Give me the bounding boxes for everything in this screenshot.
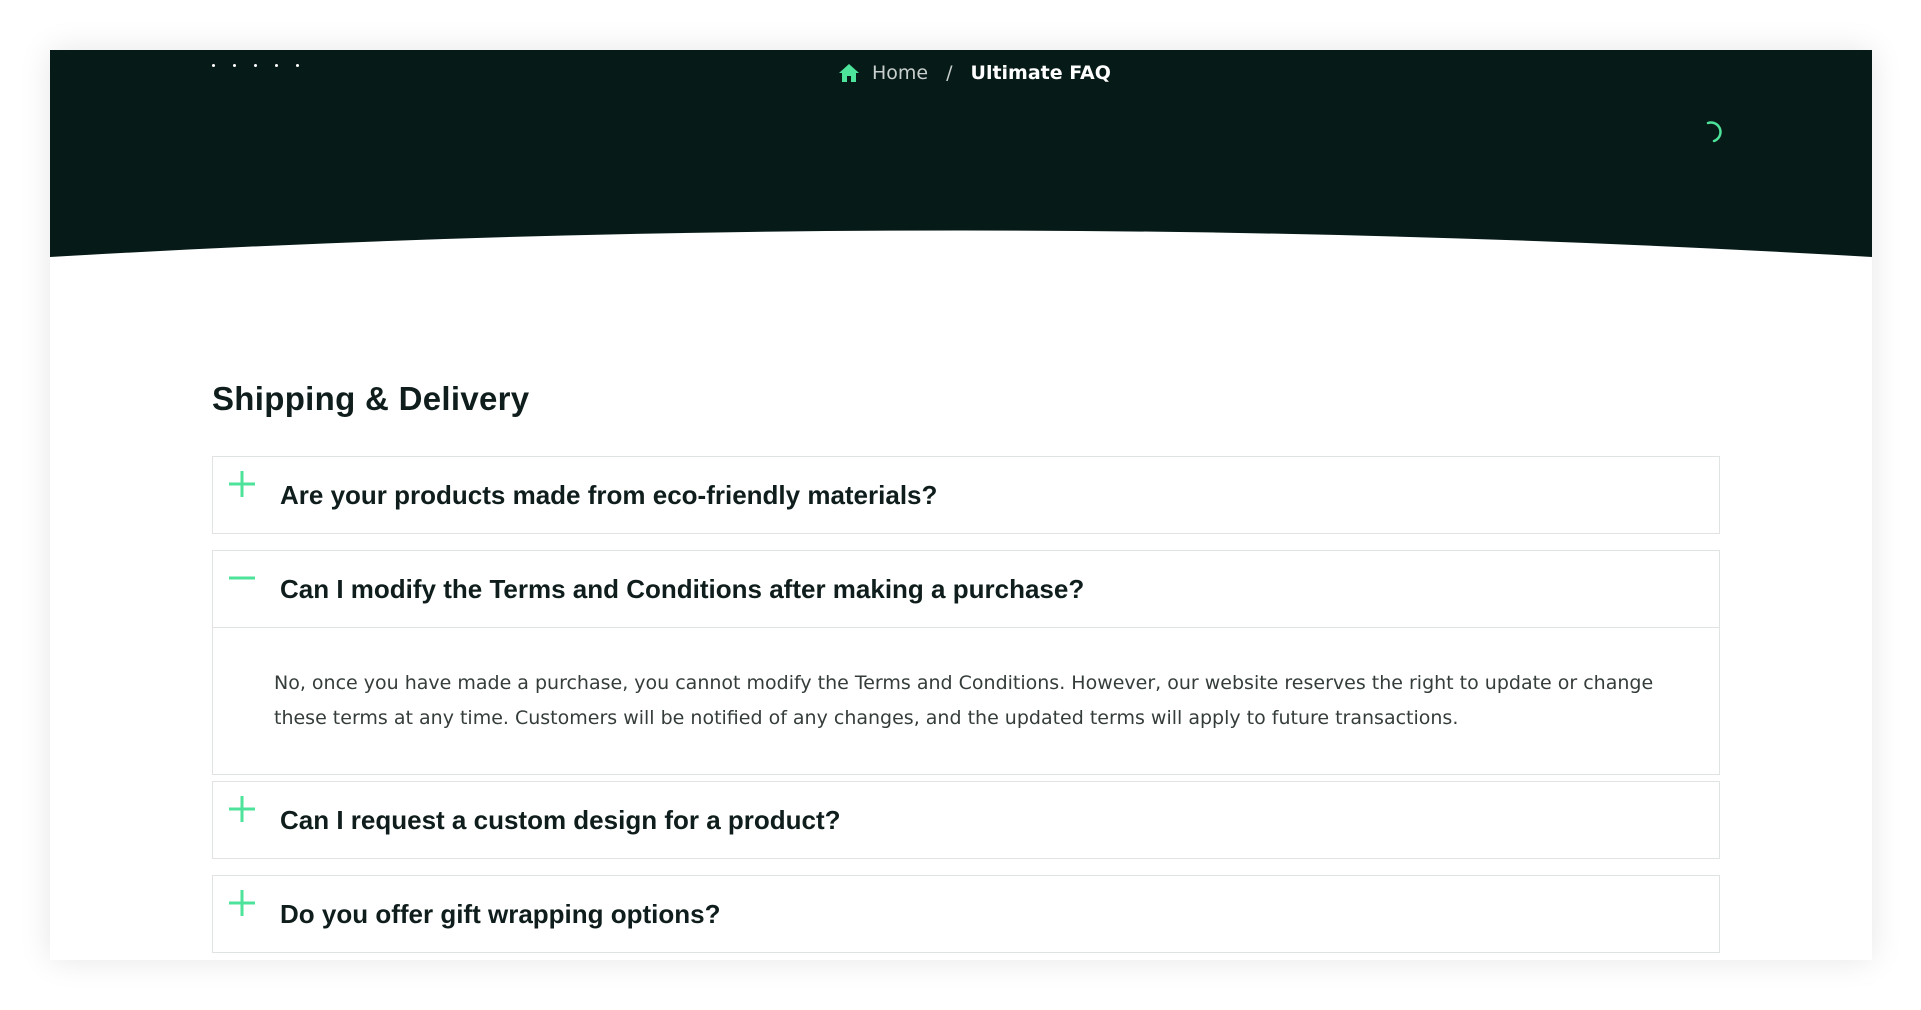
faq-question: Do you offer gift wrapping options? [280,898,721,929]
plus-icon [229,796,255,822]
dot [212,64,215,67]
faq-answer: No, once you have made a purchase, you c… [213,627,1719,774]
faq-question: Can I modify the Terms and Conditions af… [280,573,1085,604]
faq-item-expanded: Can I modify the Terms and Conditions af… [212,550,1720,775]
home-icon [839,64,859,82]
faq-question: Can I request a custom design for a prod… [280,804,841,835]
faq-content: Shipping & Delivery Are your products ma… [212,380,1720,960]
breadcrumb-home-link[interactable]: Home [838,62,928,84]
dots-decoration [212,64,299,67]
faq-question-toggle[interactable]: Can I request a custom design for a prod… [213,782,1719,858]
faq-question-toggle[interactable]: Are your products made from eco-friendly… [213,457,1719,533]
dot [233,64,236,67]
faq-item: Do you offer gift wrapping options? [212,875,1720,953]
loading-spinner-icon [1706,121,1722,143]
section-title: Shipping & Delivery [212,380,530,417]
breadcrumb-home-label: Home [872,62,929,84]
plus-icon [229,890,255,916]
faq-item: Are your products made from eco-friendly… [212,456,1720,534]
dot [254,64,257,67]
dot [275,64,278,67]
faq-question: Are your products made from eco-friendly… [280,479,938,510]
faq-item: Can I request a custom design for a prod… [212,781,1720,859]
faq-question-toggle[interactable]: Do you offer gift wrapping options? [213,876,1719,952]
faq-question-toggle[interactable]: Can I modify the Terms and Conditions af… [213,551,1719,627]
minus-icon [229,576,255,580]
plus-icon [229,471,255,497]
breadcrumb-current: Ultimate FAQ [970,62,1111,84]
dot [296,64,299,67]
breadcrumb-separator: / [946,62,953,84]
page-frame: Home / Ultimate FAQ Shipping & Delivery … [50,50,1872,960]
breadcrumb: Home / Ultimate FAQ [838,62,1111,84]
hero-curve [50,230,1872,302]
